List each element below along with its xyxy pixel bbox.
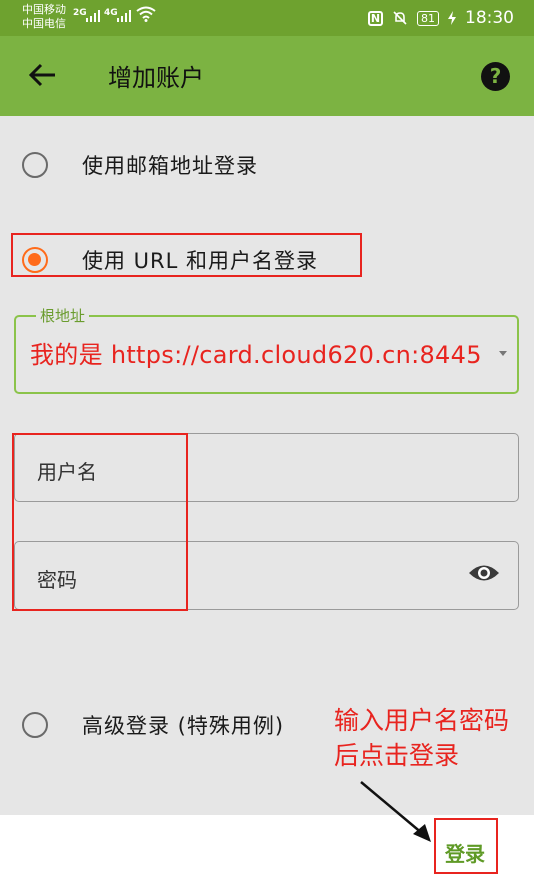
annotation-line-2: 后点击登录 xyxy=(334,741,460,770)
eye-icon[interactable] xyxy=(468,562,500,584)
signal-bars-1-icon xyxy=(86,10,100,22)
carrier-2: 中国电信 xyxy=(22,17,66,30)
root-url-field[interactable]: 根地址 我的是 https://card.cloud620.cn:8445 xyxy=(14,305,519,394)
back-arrow-icon[interactable] xyxy=(28,60,58,90)
radio-advanced-label: 高级登录 (特殊用例) xyxy=(82,714,285,738)
mute-bell-icon xyxy=(393,11,407,25)
signal-bars-2-icon xyxy=(117,10,131,22)
username-field[interactable]: 用户名 xyxy=(14,433,519,502)
annotation-arrow-icon xyxy=(360,781,431,842)
username-placeholder: 用户名 xyxy=(37,460,97,484)
radio-email-label: 使用邮箱地址登录 xyxy=(82,154,258,178)
root-url-label: 根地址 xyxy=(36,305,90,326)
annotation-text: 输入用户名密码 后点击登录 xyxy=(334,703,509,773)
status-right: N 81 18:30 xyxy=(368,8,514,28)
password-placeholder: 密码 xyxy=(37,568,77,592)
network-type-2: 4G xyxy=(104,8,118,18)
radio-unchecked-icon[interactable] xyxy=(22,712,48,738)
radio-url-label: 使用 URL 和用户名登录 xyxy=(82,249,319,273)
carrier-info: 中国移动 中国电信 xyxy=(22,3,66,31)
radio-email-login[interactable]: 使用邮箱地址登录 xyxy=(22,150,258,180)
radio-checked-icon[interactable] xyxy=(22,247,48,273)
annotation-line-1: 输入用户名密码 xyxy=(334,706,510,735)
status-bar: 中国移动 中国电信 2G 4G N 81 18:30 xyxy=(0,0,534,36)
nfc-icon: N xyxy=(368,10,383,26)
password-field[interactable]: 密码 xyxy=(14,541,519,610)
network-type-1: 2G xyxy=(73,8,87,18)
root-url-value: 我的是 https://card.cloud620.cn:8445 xyxy=(30,341,482,369)
carrier-1: 中国移动 xyxy=(22,3,66,16)
dropdown-arrow-icon[interactable] xyxy=(499,351,507,356)
battery-icon: 81 xyxy=(417,10,439,26)
radio-url-login[interactable]: 使用 URL 和用户名登录 xyxy=(22,245,318,275)
wifi-icon xyxy=(136,6,156,22)
app-bar: 增加账户 ? xyxy=(0,36,534,116)
radio-advanced-login[interactable]: 高级登录 (特殊用例) xyxy=(22,710,284,740)
clock: 18:30 xyxy=(465,8,514,28)
radio-unchecked-icon[interactable] xyxy=(22,152,48,178)
help-icon[interactable]: ? xyxy=(481,62,510,91)
charging-icon xyxy=(448,11,456,25)
page-title: 增加账户 xyxy=(108,64,204,92)
login-button[interactable]: 登录 xyxy=(445,838,485,867)
